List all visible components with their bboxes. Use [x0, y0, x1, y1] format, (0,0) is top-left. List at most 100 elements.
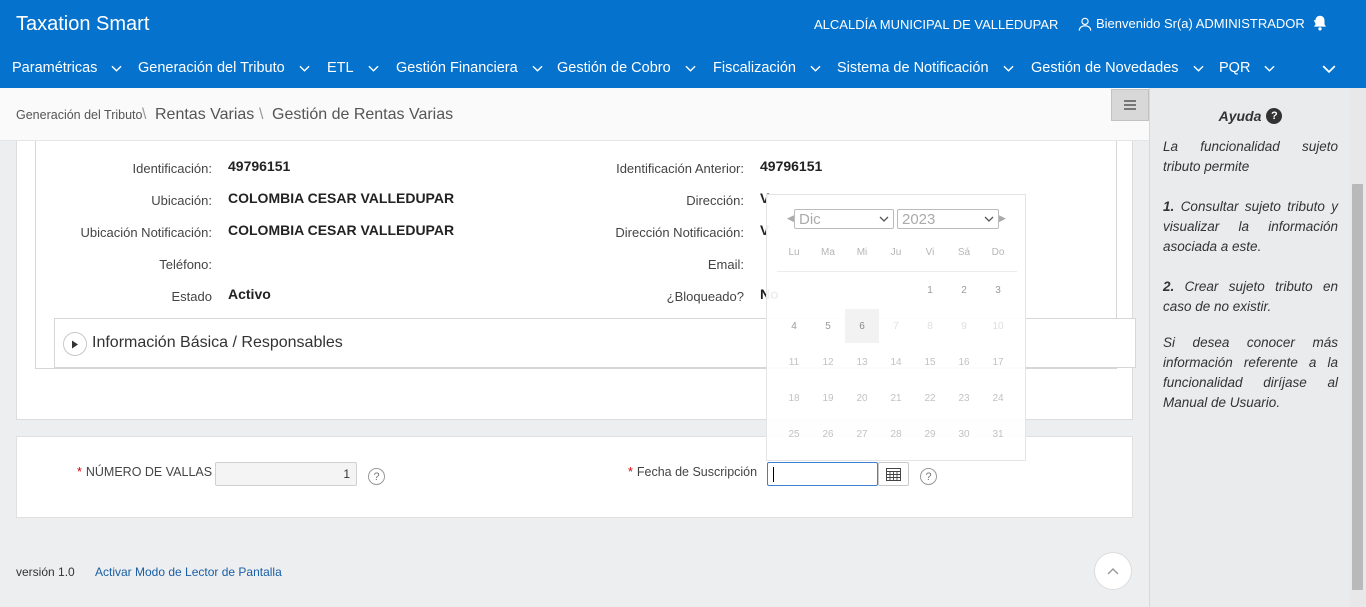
help-title-text: Ayuda [1218, 108, 1262, 124]
month-value: Dic [799, 210, 821, 228]
nav-label: Gestión Financiera [396, 60, 518, 76]
calendar-day[interactable]: 22 [913, 381, 947, 415]
calendar-day[interactable]: 18 [777, 381, 811, 415]
calendar-day[interactable]: 21 [879, 381, 913, 415]
scroll-to-top-button[interactable] [1094, 552, 1132, 590]
version-text: versión 1.0 [16, 565, 75, 579]
calendar-day[interactable]: 13 [845, 345, 879, 379]
breadcrumb-item[interactable]: Generación del Tributo [16, 88, 142, 141]
chevron-down-icon [984, 216, 994, 222]
ubicacion-notificacion-value: COLOMBIA CESAR VALLEDUPAR [228, 222, 455, 238]
identificacion-anterior-label: Identificación Anterior: [616, 161, 744, 176]
help-icon[interactable]: ? [368, 468, 385, 485]
chevron-up-icon [1107, 568, 1119, 575]
next-month-icon[interactable]: ▶ [999, 213, 1006, 224]
year-select[interactable]: 2023 [897, 209, 999, 229]
expand-toggle-button[interactable] [63, 332, 87, 356]
breadcrumb-separator: \ [259, 105, 264, 123]
help-icon[interactable]: ? [920, 468, 937, 485]
calendar-day[interactable]: 12 [811, 345, 845, 379]
calendar-day[interactable]: 17 [981, 345, 1015, 379]
vallas-field-label: * NÚMERO DE VALLAS [77, 465, 212, 479]
nav-gestion-cobro[interactable]: Gestión de Cobro [557, 60, 696, 76]
calendar-day[interactable]: 8 [913, 309, 947, 343]
nav-pqr[interactable]: PQR [1219, 60, 1275, 76]
calendar-day[interactable]: 4 [777, 309, 811, 343]
identificacion-anterior-value: 49796151 [760, 158, 823, 174]
weekday-header: Lu [788, 247, 800, 258]
app-title[interactable]: Taxation Smart [16, 13, 149, 36]
calendar-day[interactable]: 27 [845, 417, 879, 451]
calendar-day[interactable]: 7 [879, 309, 913, 343]
nav-gestion-financiera[interactable]: Gestión Financiera [396, 60, 543, 76]
nav-parametricas[interactable]: Paramétricas [12, 60, 122, 76]
user-icon [1078, 17, 1092, 31]
nav-label: Gestión de Cobro [557, 60, 671, 76]
calendar-day[interactable]: 29 [913, 417, 947, 451]
date-picker-popup: ◀ Dic 2023 ▶ Lu Ma Mi Ju Vi Sá Do 1 2 3 4 5 6 7 8 9 10 1… [766, 194, 1026, 461]
calendar-day[interactable]: 14 [879, 345, 913, 379]
nav-fiscalizacion[interactable]: Fiscalización [713, 60, 821, 76]
breadcrumb: Generación del Tributo \ Rentas Varias \… [0, 88, 1149, 141]
calendar-day[interactable]: 1 [913, 273, 947, 307]
collapsible-title: Información Básica / Responsables [92, 334, 343, 351]
calendar-day[interactable]: 24 [981, 381, 1015, 415]
help-panel: Ayuda ? La funcionalidad sujeto tributo … [1149, 88, 1350, 607]
numero-vallas-input[interactable]: 1 [215, 462, 357, 486]
calendar-day[interactable]: 2 [947, 273, 981, 307]
calendar-day[interactable]: 15 [913, 345, 947, 379]
nav-generacion-tributo[interactable]: Generación del Tributo [138, 60, 310, 76]
chevron-down-icon [1192, 65, 1204, 72]
notifications-button[interactable] [1306, 9, 1334, 37]
identificacion-value: 49796151 [228, 158, 291, 174]
nav-overflow-button[interactable] [1322, 62, 1336, 81]
calendar-day[interactable]: 19 [811, 381, 845, 415]
calendar-day[interactable]: 26 [811, 417, 845, 451]
calendar-day[interactable]: 3 [981, 273, 1015, 307]
chevron-down-icon [299, 65, 310, 72]
calendar-day[interactable]: 9 [947, 309, 981, 343]
calendar-day[interactable]: 16 [947, 345, 981, 379]
nav-label: Fiscalización [713, 60, 796, 76]
help-paragraph: La funcionalidad sujeto tributo permite [1163, 139, 1338, 174]
user-menu[interactable]: Bienvenido Sr(a) ADMINISTRADOR ▼ [1078, 16, 1322, 31]
calendar-day[interactable]: 10 [981, 309, 1015, 343]
question-icon: ? [1266, 108, 1283, 124]
screen-reader-link[interactable]: Activar Modo de Lector de Pantalla [95, 565, 282, 579]
help-paragraph: Si desea conocer más información referen… [1163, 335, 1338, 410]
nav-label: PQR [1219, 60, 1251, 76]
direccion-notificacion-label: Dirección Notificación: [615, 225, 744, 240]
main-nav: Paramétricas Generación del Tributo ETL … [0, 49, 1366, 88]
hamburger-icon [1124, 100, 1136, 110]
calendar-day[interactable]: 20 [845, 381, 879, 415]
help-step-number: 1. [1163, 199, 1175, 214]
help-step-text: Consultar sujeto tributo y visualizar la… [1163, 199, 1338, 254]
chevron-down-icon [810, 65, 821, 72]
calendar-day[interactable]: 30 [947, 417, 981, 451]
chevron-down-icon [685, 65, 696, 72]
ubicacion-label: Ubicación: [151, 193, 212, 208]
calendar-day[interactable]: 31 [981, 417, 1015, 451]
calendar-button[interactable] [878, 462, 909, 486]
weekday-header: Ma [821, 247, 835, 258]
prev-month-icon[interactable]: ◀ [787, 213, 794, 224]
nav-etl[interactable]: ETL [327, 60, 379, 76]
fecha-suscripcion-input[interactable] [767, 462, 878, 486]
nav-sistema-notificacion[interactable]: Sistema de Notificación [837, 60, 1014, 76]
side-menu-toggle-button[interactable] [1111, 89, 1149, 121]
calendar-day[interactable]: 28 [879, 417, 913, 451]
calendar-day[interactable]: 11 [777, 345, 811, 379]
nav-gestion-novedades[interactable]: Gestión de Novedades [1031, 60, 1204, 76]
scrollbar-thumb[interactable] [1352, 184, 1363, 590]
calendar-day[interactable]: 25 [777, 417, 811, 451]
weekday-header: Vi [925, 247, 935, 258]
bloqueado-label: ¿Bloqueado? [666, 289, 744, 304]
calendar-day[interactable]: 5 [811, 309, 845, 343]
calendar-day[interactable]: 23 [947, 381, 981, 415]
month-select[interactable]: Dic [794, 209, 894, 229]
nav-label: Generación del Tributo [138, 60, 285, 76]
breadcrumb-item[interactable]: Rentas Varias [155, 88, 254, 141]
calendar-day[interactable]: 6 [845, 309, 879, 343]
fecha-label-text: Fecha de Suscripción [636, 465, 758, 479]
chevron-down-icon [532, 65, 543, 72]
